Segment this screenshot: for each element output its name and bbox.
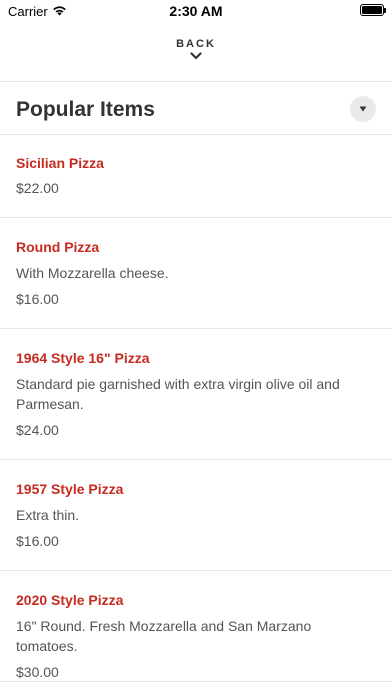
item-description: With Mozzarella cheese. [16, 265, 169, 281]
menu-item[interactable]: Round Pizza With Mozzarella cheese. $16.… [0, 218, 392, 329]
item-name: 1964 Style 16" Pizza [16, 350, 150, 366]
menu-item[interactable]: 1957 Style Pizza Extra thin. $16.00 [0, 460, 392, 571]
caret-down-icon [359, 106, 367, 112]
section-title: Popular Items [16, 98, 155, 121]
item-name: Round Pizza [16, 239, 100, 255]
battery-level [362, 6, 382, 14]
menu-item[interactable]: 2020 Style Pizza 16" Round. Fresh Mozzar… [0, 571, 392, 682]
item-price: $24.00 [16, 422, 59, 438]
battery-icon [360, 4, 386, 16]
dropdown-button[interactable] [350, 96, 376, 122]
status-time: 2:30 AM [169, 3, 223, 19]
menu-item[interactable]: Sicilian Pizza $22.00 [0, 134, 392, 218]
item-price: $16.00 [16, 291, 59, 307]
menu-list: Sicilian Pizza $22.00 Round Pizza With M… [0, 134, 392, 682]
item-description: Extra thin. [16, 507, 80, 523]
item-name: Sicilian Pizza [16, 155, 104, 171]
section-header: Popular Items [0, 82, 392, 134]
back-button[interactable]: BACK [0, 38, 392, 60]
item-price: $22.00 [16, 180, 59, 196]
chevron-down-icon [190, 52, 202, 60]
status-bar: Carrier 2:30 AM [0, 0, 392, 22]
item-price: $30.00 [16, 664, 59, 680]
item-price: $16.00 [16, 533, 59, 549]
item-description: Standard pie garnished with extra virgin… [16, 376, 340, 412]
item-description: 16" Round. Fresh Mozzarella and San Marz… [16, 618, 312, 654]
item-name: 2020 Style Pizza [16, 592, 124, 608]
item-name: 1957 Style Pizza [16, 481, 124, 497]
menu-item[interactable]: 1964 Style 16" Pizza Standard pie garnis… [0, 329, 392, 460]
back-label: BACK [176, 38, 216, 50]
